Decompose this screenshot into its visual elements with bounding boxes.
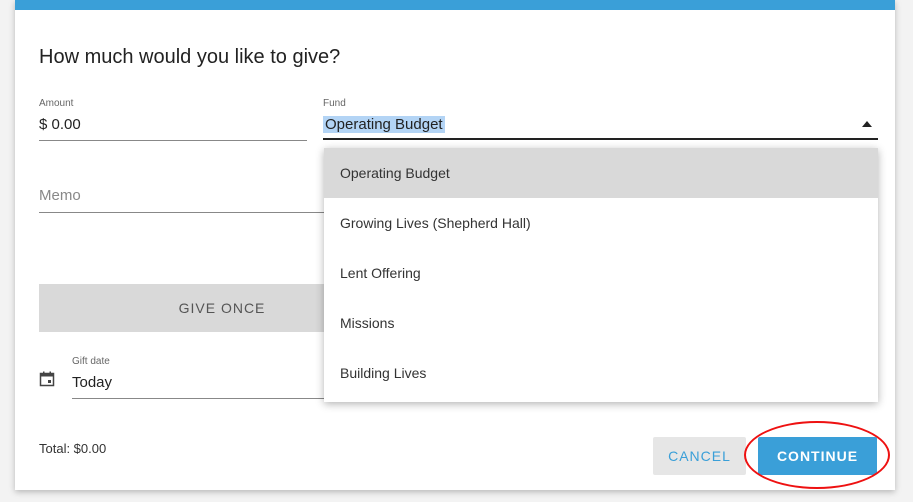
fund-underline: [323, 138, 878, 140]
cancel-button[interactable]: CANCEL: [653, 437, 746, 475]
fund-select[interactable]: Operating Budget: [323, 116, 445, 133]
amount-underline: [39, 140, 307, 141]
memo-underline: [39, 212, 329, 213]
gift-date-label: Gift date: [72, 356, 110, 367]
amount-input[interactable]: $ 0.00: [39, 116, 81, 133]
memo-input[interactable]: Memo: [39, 187, 81, 204]
fund-option[interactable]: Growing Lives (Shepherd Hall): [324, 198, 878, 248]
calendar-icon[interactable]: [39, 371, 55, 387]
fund-option[interactable]: Lent Offering: [324, 248, 878, 298]
caret-up-icon[interactable]: [862, 121, 872, 127]
fund-option[interactable]: Building Lives: [324, 348, 878, 398]
give-once-button[interactable]: GIVE ONCE: [39, 284, 325, 332]
total-text: Total: $0.00: [39, 441, 107, 456]
dialog-top-bar: [15, 0, 895, 10]
fund-selected-value: Operating Budget: [323, 116, 445, 133]
amount-label: Amount: [39, 98, 74, 109]
gift-date-underline: [72, 398, 329, 399]
dialog-title: How much would you like to give?: [39, 46, 341, 68]
fund-option[interactable]: Missions: [324, 298, 878, 348]
fund-label: Fund: [323, 98, 346, 109]
fund-dropdown-menu: Operating Budget Growing Lives (Shepherd…: [324, 148, 878, 402]
fund-option[interactable]: Operating Budget: [324, 148, 878, 198]
continue-button[interactable]: CONTINUE: [758, 437, 877, 475]
gift-date-input[interactable]: Today: [72, 374, 112, 391]
